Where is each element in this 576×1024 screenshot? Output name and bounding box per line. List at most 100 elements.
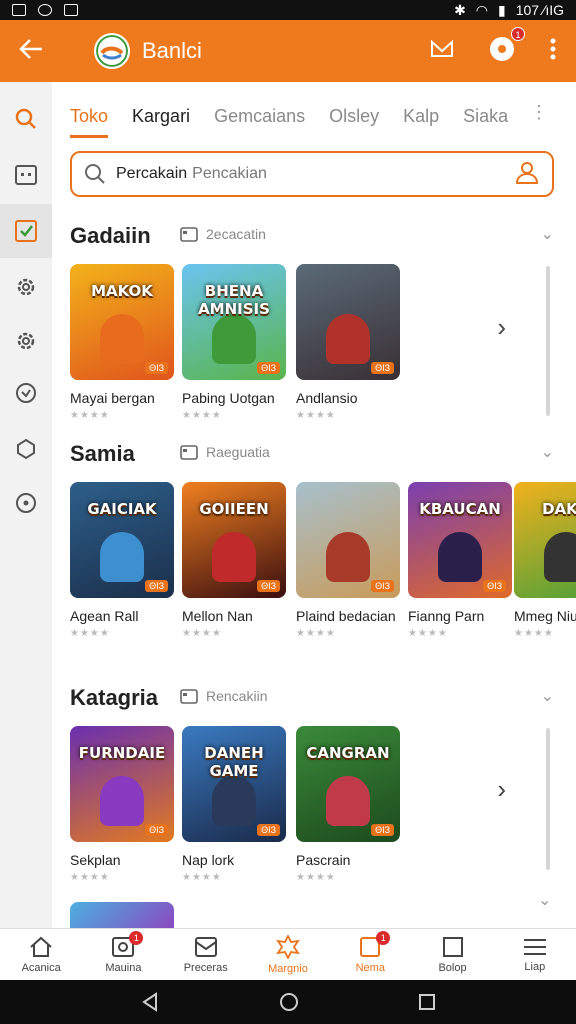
rail-search-icon[interactable] <box>0 92 52 146</box>
thumbnail-art-text: BHENA AMNISIS <box>198 282 270 318</box>
side-rail <box>0 82 52 928</box>
category-tabs: Toko Kargari Gemcaians Olsley Kalp Siaka <box>70 96 560 138</box>
back-arrow-icon[interactable] <box>14 34 48 68</box>
nav-item-liap[interactable]: Liap <box>494 929 576 980</box>
next-arrow-icon[interactable]: › <box>497 312 506 343</box>
thumbnail-art-text: KBAUCAN <box>419 500 501 518</box>
nav-item-nema[interactable]: 1 Nema <box>329 929 411 980</box>
nav-item-preceras[interactable]: Preceras <box>165 929 247 980</box>
partial-app-card[interactable] <box>70 902 174 928</box>
app-card[interactable]: ΘIЗ Plaind bedacian ★★★★ <box>296 482 400 639</box>
tab-kargari[interactable]: Kargari <box>132 98 190 134</box>
app-name: Andlansio <box>296 390 358 406</box>
tab-toko[interactable]: Toko <box>70 98 109 138</box>
card-tag: ΘIЗ <box>371 580 394 592</box>
rating-stars: ★★★★ <box>296 410 336 421</box>
app-name: Pabing Uotgan <box>182 390 275 406</box>
scrollbar[interactable] <box>546 266 550 416</box>
app-name: Agean Rall <box>70 608 139 624</box>
status-text: 107 ∕ıIG <box>515 2 564 18</box>
card-tag: ΘIЗ <box>371 362 394 374</box>
tab-kalp[interactable]: Kalp <box>403 98 439 134</box>
rail-dashboard-icon[interactable] <box>0 148 52 202</box>
app-card[interactable]: GAICIAK ΘIЗ Agean Rall ★★★★ <box>70 482 174 639</box>
collapse-chevron-icon[interactable]: ⌄ <box>541 442 554 462</box>
overflow-menu-icon[interactable] <box>550 38 556 65</box>
rating-stars: ★★★★ <box>182 872 222 883</box>
collapse-chevron-icon[interactable]: ⌄ <box>541 224 554 244</box>
bluetooth-icon: ✱ <box>454 1 466 18</box>
app-card[interactable]: FURNDAIE ΘIЗ Sekplan ★★★★ <box>70 726 174 883</box>
card-row: FURNDAIE ΘIЗ Sekplan ★★★★ DANEH GAME ΘIЗ Nap … <box>70 726 576 896</box>
system-recents-icon[interactable] <box>418 993 436 1011</box>
system-back-icon[interactable] <box>140 992 160 1012</box>
rating-stars: ★★★★ <box>70 628 110 639</box>
nav-item-bolop[interactable]: Bolop <box>411 929 493 980</box>
scrollbar[interactable] <box>546 728 550 870</box>
status-bar: ✱ ◠ ▮ 107 ∕ıIG <box>0 0 576 20</box>
character-art <box>212 776 256 826</box>
tab-siaka[interactable]: Siaka <box>463 98 508 134</box>
app-card[interactable]: BHENA AMNISIS ΘIЗ Pabing Uotgan ★★★★ <box>182 264 286 421</box>
nav-item-margnio[interactable]: Margnio <box>247 929 329 980</box>
collapse-chevron-icon[interactable]: ⌄ <box>541 686 554 706</box>
rail-clock-icon[interactable] <box>0 366 52 420</box>
rail-gear-icon[interactable] <box>0 314 52 368</box>
app-thumbnail: GOIIEEN ΘIЗ <box>182 482 286 598</box>
thumbnail-art-text: CANGRAN <box>306 744 390 762</box>
rating-stars: ★★★★ <box>182 410 222 421</box>
character-art <box>326 776 370 826</box>
character-art <box>100 776 144 826</box>
character-art <box>326 314 370 364</box>
app-thumbnail: KBAUCAN ΘIЗ <box>408 482 512 598</box>
section-gadaiin: Gadaiin 2ecacatin ⌄ MAKOK ΘIЗ Mayai bergan… <box>70 218 576 434</box>
app-thumbnail: FURNDAIE ΘIЗ <box>70 726 174 842</box>
app-name: Mmeg Niu <box>514 608 576 624</box>
menu-icon <box>523 938 546 955</box>
rail-hexagon-icon[interactable] <box>0 422 52 476</box>
card-tag: ΘIЗ <box>145 580 168 592</box>
card-tag: ΘIЗ <box>257 824 280 836</box>
search-input[interactable]: Percakain <box>116 165 187 183</box>
alarm-icon <box>38 4 52 16</box>
app-card[interactable]: DANEH GAME ΘIЗ Nap lork ★★★★ <box>182 726 286 883</box>
app-card[interactable]: MAKOK ΘIЗ Mayai bergan ★★★★ <box>70 264 174 421</box>
app-title: Banlci <box>142 38 202 63</box>
rail-checklist-icon[interactable] <box>0 204 52 258</box>
app-card[interactable]: GOIIEEN ΘIЗ Mellon Nan ★★★★ <box>182 482 286 639</box>
mail-icon[interactable] <box>430 38 454 65</box>
search-icon <box>85 164 105 184</box>
nav-item-mauina[interactable]: 1 Mauina <box>82 929 164 980</box>
card-row: MAKOK ΘIЗ Mayai bergan ★★★★ BHENA AMNISIS ΘI… <box>70 264 576 434</box>
tabs-more-icon[interactable]: ⋮ <box>530 102 558 123</box>
app-card[interactable]: ΘIЗ Andlansio ★★★★ <box>296 264 400 421</box>
card-tag: ΘIЗ <box>483 580 506 592</box>
card-tag: ΘIЗ <box>145 824 168 836</box>
rail-target-icon[interactable] <box>0 476 52 530</box>
app-card[interactable]: CANGRAN ΘIЗ Pascrain ★★★★ <box>296 726 400 883</box>
app-thumbnail: MAKOK ΘIЗ <box>70 264 174 380</box>
character-art <box>326 532 370 582</box>
tab-gemcaians[interactable]: Gemcaians <box>214 98 305 134</box>
rating-stars: ★★★★ <box>296 628 336 639</box>
app-card[interactable]: KBAUCAN ΘIЗ Fianng Parn ★★★★ <box>408 482 512 639</box>
notification-button[interactable]: 1 <box>488 26 525 68</box>
app-card[interactable]: DAKOΘIЗ Mmeg Niu ★★★★ <box>514 482 576 639</box>
tab-olsley[interactable]: Olsley <box>329 98 379 134</box>
app-thumbnail: CANGRAN ΘIЗ <box>296 726 400 842</box>
app-thumbnail: BHENA AMNISIS ΘIЗ <box>182 264 286 380</box>
app-bar: Banlci 1 <box>0 20 576 82</box>
app-name: Nap lork <box>182 852 235 868</box>
next-arrow-icon[interactable]: › <box>497 774 506 805</box>
rail-settings-icon[interactable] <box>0 260 52 314</box>
user-profile-icon[interactable] <box>514 159 540 190</box>
nav-badge: 1 <box>129 931 144 945</box>
record-icon <box>490 36 514 61</box>
rating-stars: ★★★★ <box>408 628 448 639</box>
app-thumbnail: GAICIAK ΘIЗ <box>70 482 174 598</box>
search-bar[interactable]: Percakain Pencakian <box>70 151 554 197</box>
nav-item-acanica[interactable]: Acanica <box>0 929 82 980</box>
collapse-chevron-icon[interactable]: ⌄ <box>538 890 551 910</box>
app-thumbnail: ΘIЗ <box>296 264 400 380</box>
system-home-icon[interactable] <box>279 992 299 1012</box>
